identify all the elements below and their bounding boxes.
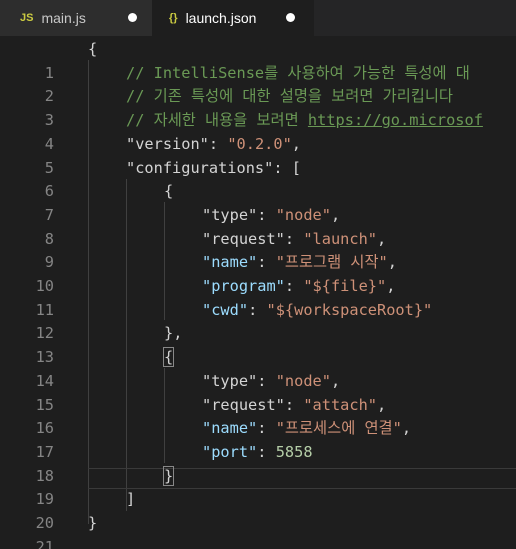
tab-launch-json[interactable]: {} launch.json: [152, 0, 314, 36]
json-key: "configurations": [126, 158, 274, 177]
tab-label: main.js: [41, 10, 86, 26]
json-string-value: "${file}": [303, 277, 387, 295]
code-line: 20 ]: [0, 488, 516, 532]
comment: // 기존 특성에 대한 설명을 보려면 가리킵니다: [126, 87, 453, 106]
code-text: {: [88, 38, 97, 62]
json-key: "name": [202, 419, 258, 438]
tab-label: launch.json: [185, 10, 257, 26]
code-line: 13 },: [0, 322, 516, 366]
javascript-file-icon: JS: [20, 12, 34, 24]
open-brace: {: [88, 40, 98, 58]
json-string-value: "0.2.0": [227, 134, 292, 153]
code-text: {: [164, 182, 174, 201]
code-text: "port": 5858: [202, 442, 313, 461]
code-line: 14 {: [0, 346, 516, 390]
code-text: // IntelliSense를 사용하여 가능한 특성에 대: [126, 62, 470, 86]
code-text: "cwd": "${workspaceRoot}": [202, 300, 433, 319]
comment: // IntelliSense를 사용하여 가능한 특성에 대: [126, 63, 470, 82]
code-line: 11 "program": "${file}",: [0, 275, 516, 319]
code-line: 15 "type": "node",: [0, 370, 516, 414]
json-string-value: "node": [275, 205, 331, 224]
code-text: "request": "attach",: [202, 395, 387, 414]
code-line: 17 "name": "프로세스에 연결",: [0, 417, 516, 461]
json-string-value: "프로세스에 연결": [275, 419, 402, 438]
json-string-value: "프로그램 시작": [275, 253, 388, 272]
code-line: 9 "request": "launch",: [0, 228, 516, 272]
json-key: "program": [202, 277, 285, 295]
code-text: "program": "${file}",: [202, 277, 396, 295]
code-text: },: [164, 324, 183, 343]
json-string-value: "launch": [303, 229, 377, 248]
code-line: 2 // IntelliSense를 사용하여 가능한 특성에 대: [0, 62, 516, 106]
code-text: "request": "launch",: [202, 229, 387, 248]
code-line: 6 "configurations": [: [0, 157, 516, 201]
code-line: 21 }: [0, 512, 516, 549]
json-string-value: "node": [275, 371, 331, 390]
code-line: 5 "version": "0.2.0",: [0, 133, 516, 177]
matched-bracket: }: [162, 465, 175, 486]
json-key: "type": [202, 371, 258, 390]
matched-bracket: {: [162, 347, 175, 368]
code-text: "type": "node",: [202, 371, 341, 390]
unsaved-changes-dot-icon[interactable]: [286, 13, 295, 22]
code-line: 18 "port": 5858: [0, 441, 516, 485]
comment: // 자세한 내용을 보려면: [126, 111, 308, 130]
code-text: "type": "node",: [202, 205, 341, 224]
code-line: 16 "request": "attach",: [0, 394, 516, 438]
json-string-value: "${workspaceRoot}": [266, 300, 433, 319]
code-line: 7 {: [0, 180, 516, 224]
unsaved-changes-dot-icon[interactable]: [128, 13, 137, 22]
docs-link[interactable]: https://go.microsof: [308, 111, 483, 129]
code-line: 8 "type": "node",: [0, 204, 516, 248]
code-text: }: [162, 465, 175, 489]
code-line: 3 // 기존 특성에 대한 설명을 보려면 가리킵니다: [0, 85, 516, 129]
code-editor[interactable]: 1 { 2 // IntelliSense를 사용하여 가능한 특성에 대 3 …: [0, 36, 516, 549]
json-key: "port": [202, 442, 258, 461]
code-text: // 자세한 내용을 보려면 https://go.microsof: [126, 109, 483, 133]
line-number: 21: [35, 537, 54, 549]
json-key: "cwd": [202, 300, 249, 319]
code-text: "configurations": [: [126, 158, 301, 177]
code-text: ]: [126, 490, 136, 509]
editor-tab-bar: JS main.js {} launch.json: [0, 0, 516, 36]
code-text: "name": "프로그램 시작",: [202, 253, 397, 272]
code-text: "name": "프로세스에 연결",: [202, 419, 412, 438]
code-text: {: [162, 346, 175, 370]
code-line: 1 {: [0, 38, 516, 82]
json-file-icon: {}: [169, 12, 178, 24]
json-key: "request": [202, 395, 285, 414]
code-text: }: [88, 514, 98, 532]
tab-main-js[interactable]: JS main.js: [0, 0, 152, 36]
json-key: "name": [202, 253, 258, 272]
json-number-value: 5858: [275, 442, 313, 461]
json-string-value: "attach": [303, 395, 377, 414]
code-text: "version": "0.2.0",: [126, 134, 301, 153]
code-line: 4 // 자세한 내용을 보려면 https://go.microsof: [0, 109, 516, 153]
code-line: 10 "name": "프로그램 시작",: [0, 251, 516, 295]
json-key: "request": [202, 229, 285, 248]
json-key: "version": [126, 134, 209, 153]
code-line: 12 "cwd": "${workspaceRoot}": [0, 299, 516, 343]
code-text: // 기존 특성에 대한 설명을 보려면 가리킵니다: [126, 85, 453, 109]
json-key: "type": [202, 205, 258, 224]
code-line: 19 }: [0, 465, 516, 508]
